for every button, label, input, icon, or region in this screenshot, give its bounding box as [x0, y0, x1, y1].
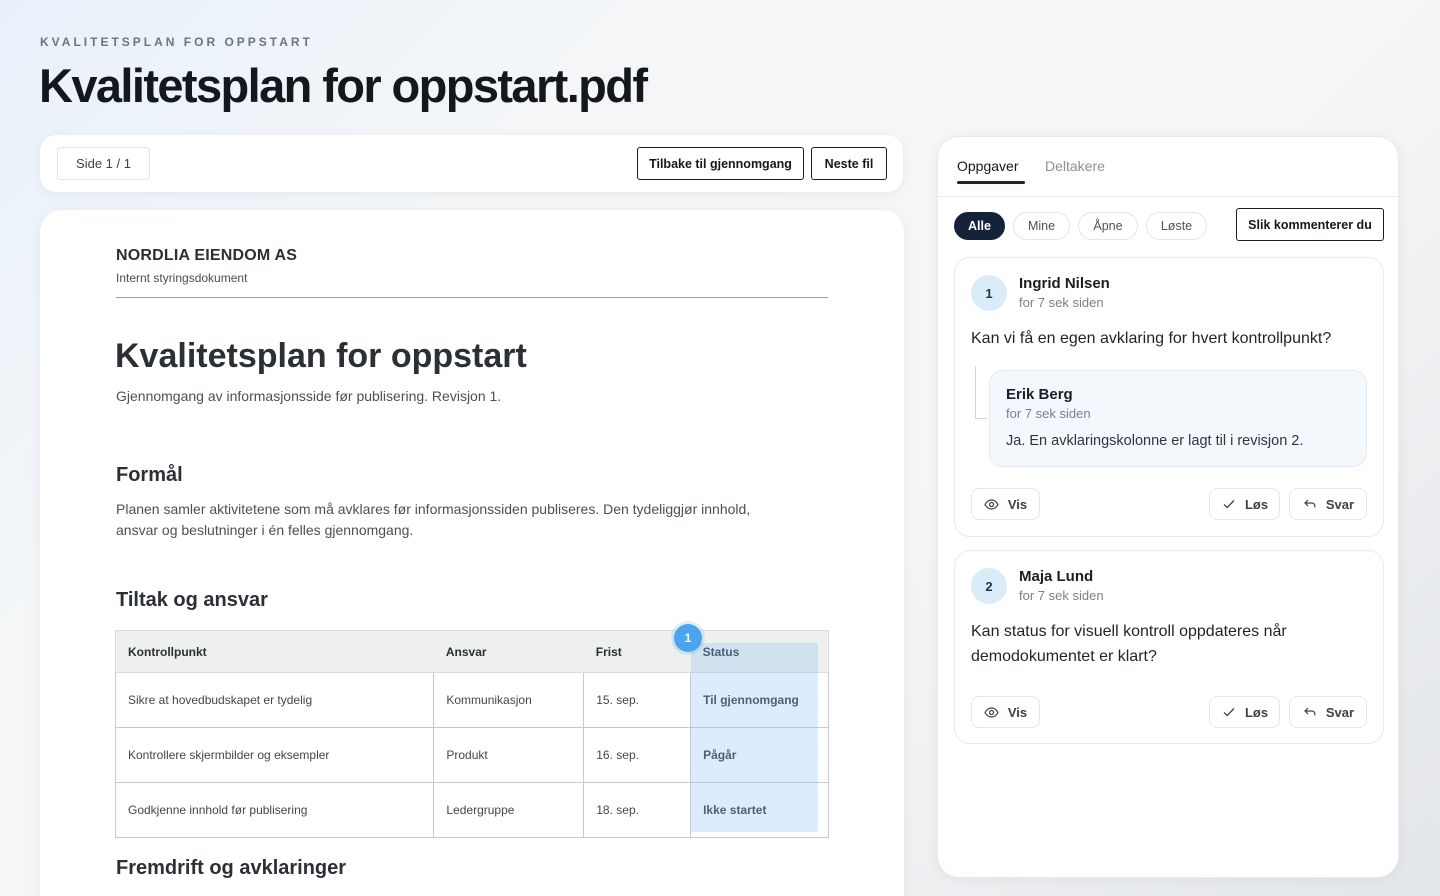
- reply-text: Ja. En avklaringskolonne er lagt til i r…: [1006, 433, 1304, 449]
- document-intro: Gjennomgang av informasjonsside før publ…: [116, 388, 502, 404]
- document-company: NORDLIA EIENDOM AS: [116, 247, 298, 264]
- view-comment-button[interactable]: Vis: [971, 696, 1040, 728]
- document-subtitle: Internt styringsdokument: [116, 271, 248, 285]
- table-header-row: Kontrollpunkt Ansvar Frist Status: [114, 630, 829, 673]
- page-eyebrow: KVALITETSPLAN FOR OPPSTART: [40, 35, 313, 49]
- resolve-comment-button[interactable]: Løs: [1209, 696, 1280, 728]
- document-title: Kvalitetsplan for oppstart: [115, 337, 527, 375]
- table-cell-deadline: 18. sep.: [583, 782, 692, 838]
- reply-author: Erik Berg: [1006, 386, 1073, 403]
- comments-panel: Oppgaver Deltakere Alle Mine Åpne Løste …: [937, 136, 1399, 878]
- table-row: Sikre at hovedbudskapet er tydelig Kommu…: [114, 672, 829, 728]
- table-header-status: Status: [690, 630, 829, 673]
- section-heading-actions: Tiltak og ansvar: [116, 589, 268, 611]
- document-divider: [116, 297, 828, 298]
- actions-table: Kontrollpunkt Ansvar Frist Status Sikre …: [114, 630, 829, 838]
- table-cell-checkpoint: Kontrollere skjermbilder og eksempler: [114, 727, 435, 783]
- filter-open-chip[interactable]: Åpne: [1078, 212, 1138, 240]
- table-header-checkpoint: Kontrollpunkt: [114, 630, 434, 673]
- view-label: Vis: [1007, 496, 1028, 512]
- check-icon: [1221, 705, 1237, 719]
- reply-arrow-icon: [1302, 705, 1318, 719]
- table-cell-status: Til gjennomgang: [690, 672, 829, 728]
- filter-solved-chip[interactable]: Løste: [1146, 212, 1207, 240]
- table-cell-responsible: Ledergruppe: [433, 782, 585, 838]
- resolve-label: Løs: [1244, 496, 1269, 512]
- table-cell-deadline: 15. sep.: [583, 672, 692, 728]
- reply-thread-line: [975, 366, 976, 418]
- reply-label: Svar: [1325, 496, 1355, 512]
- back-to-review-button[interactable]: Tilbake til gjennomgang: [637, 147, 804, 180]
- reply-bubble: Erik Berg for 7 sek siden Ja. En avklari…: [989, 370, 1367, 467]
- reply-thread-connector: [975, 418, 987, 419]
- eye-icon: [984, 497, 1000, 511]
- avatar: 1: [971, 275, 1007, 311]
- table-row: Kontrollere skjermbilder og eksempler Pr…: [114, 727, 829, 783]
- view-label: Vis: [1007, 704, 1028, 720]
- reply-time: for 7 sek siden: [1006, 406, 1091, 421]
- tab-tasks[interactable]: Oppgaver: [957, 158, 1018, 174]
- next-file-button[interactable]: Neste fil: [811, 147, 887, 180]
- comment-time: for 7 sek siden: [1019, 588, 1104, 603]
- tab-participants[interactable]: Deltakere: [1045, 158, 1105, 174]
- comment-pin[interactable]: 1: [674, 624, 702, 652]
- table-header-responsible: Ansvar: [433, 630, 584, 673]
- reply-comment-button[interactable]: Svar: [1289, 488, 1367, 520]
- view-comment-button[interactable]: Vis: [971, 488, 1040, 520]
- table-cell-responsible: Kommunikasjon: [433, 672, 585, 728]
- reply-label: Svar: [1325, 704, 1355, 720]
- resolve-comment-button[interactable]: Løs: [1209, 488, 1280, 520]
- page-title: Kvalitetsplan for oppstart.pdf: [39, 59, 648, 112]
- section-heading-progress: Fremdrift og avklaringer: [116, 857, 347, 879]
- comment-text: Kan vi få en egen avklaring for hvert ko…: [971, 330, 1332, 347]
- comment-time: for 7 sek siden: [1019, 295, 1104, 310]
- table-cell-checkpoint: Godkjenne innhold før publisering: [114, 782, 435, 838]
- filter-all-chip[interactable]: Alle: [954, 212, 1005, 240]
- avatar: 2: [971, 568, 1007, 604]
- comment-author: Ingrid Nilsen: [1019, 275, 1110, 292]
- reply-comment-button[interactable]: Svar: [1289, 696, 1367, 728]
- reply-arrow-icon: [1302, 497, 1318, 511]
- table-cell-checkpoint: Sikre at hovedbudskapet er tydelig: [114, 672, 435, 728]
- table-cell-deadline: 16. sep.: [583, 727, 692, 783]
- comment-card: 2 Maja Lund for 7 sek siden Kan status f…: [954, 550, 1384, 744]
- resolve-label: Løs: [1244, 704, 1269, 720]
- check-icon: [1221, 497, 1237, 511]
- filter-mine-chip[interactable]: Mine: [1013, 212, 1070, 240]
- eye-icon: [984, 705, 1000, 719]
- viewer-toolbar: Side 1 / 1 Tilbake til gjennomgang Neste…: [40, 135, 903, 192]
- table-cell-responsible: Produkt: [433, 727, 585, 783]
- comment-author: Maja Lund: [1019, 568, 1094, 585]
- comment-text: Kan status for visuell kontroll oppdater…: [971, 623, 1287, 665]
- table-row: Godkjenne innhold før publisering Lederg…: [114, 782, 829, 838]
- purpose-paragraph: Planen samler aktivitetene som må avklar…: [116, 501, 751, 538]
- how-to-comment-button[interactable]: Slik kommenterer du: [1236, 208, 1384, 241]
- table-cell-status: Pågår: [690, 727, 829, 783]
- page-indicator: Side 1 / 1: [57, 147, 150, 180]
- comment-card: 1 Ingrid Nilsen for 7 sek siden Kan vi f…: [954, 257, 1384, 537]
- tab-tasks-active-indicator: [957, 181, 1025, 184]
- section-heading-purpose: Formål: [116, 464, 183, 486]
- document-page: NORDLIA EIENDOM AS Internt styringsdokum…: [40, 210, 904, 896]
- table-cell-status: Ikke startet: [690, 782, 829, 838]
- panel-tabs: Oppgaver Deltakere: [938, 137, 1398, 197]
